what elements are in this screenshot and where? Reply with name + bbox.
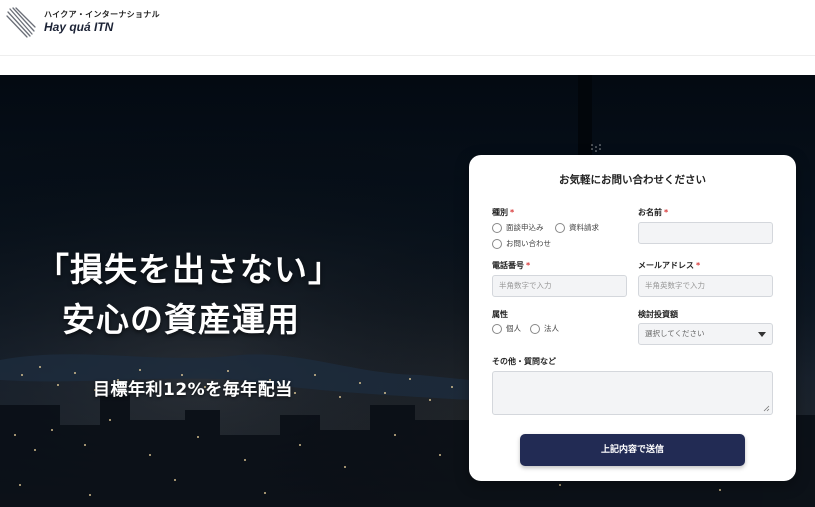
logo-text-jp: ハイクア・インターナショナル — [44, 10, 160, 19]
type-option-label: 資料請求 — [569, 223, 599, 232]
investment-selected-value: 選択してください — [645, 329, 705, 338]
attribute-option-label: 個人 — [506, 324, 521, 333]
header-spacer — [0, 56, 815, 75]
phone-label: 電話番号 * — [492, 260, 530, 271]
type-radio-inquiry[interactable]: お問い合わせ — [492, 238, 551, 249]
email-required-mark: * — [696, 261, 701, 270]
phone-input[interactable]: 半角数字で入力 — [492, 275, 627, 297]
radio-circle-icon — [492, 238, 502, 249]
attribute-option-label: 法人 — [544, 324, 559, 333]
radio-circle-icon — [555, 222, 565, 233]
attribute-label: 属性 — [492, 310, 508, 319]
site-header: ハイクア・インターナショナル Hay quá ITN — [0, 0, 815, 56]
radio-circle-icon — [492, 222, 502, 233]
radio-circle-icon — [492, 323, 502, 334]
type-option-label: 面談申込み — [506, 223, 544, 232]
name-label-text: お名前 — [638, 208, 662, 217]
type-option-label: お問い合わせ — [506, 239, 551, 248]
type-radio-brochure[interactable]: 資料請求 — [555, 222, 599, 233]
hero-headline-line2: 安心の資産運用 — [62, 300, 300, 339]
other-textarea[interactable] — [492, 371, 773, 415]
investment-label: 検討投資額 — [638, 310, 678, 319]
other-label: その他・質問など — [492, 357, 556, 366]
email-input[interactable]: 半角英数字で入力 — [638, 275, 773, 297]
type-label-text: 種別 — [492, 208, 508, 217]
email-label-text: メールアドレス — [638, 261, 694, 270]
hero-headline: 「損失を出さない」 安心の資産運用 — [36, 245, 342, 345]
phone-label-text: 電話番号 — [492, 261, 524, 270]
resize-grip-icon[interactable] — [763, 405, 770, 412]
type-label: 種別 * — [492, 207, 514, 218]
name-required-mark: * — [664, 208, 669, 217]
attribute-radio-corporate[interactable]: 法人 — [530, 323, 559, 334]
type-radio-meeting[interactable]: 面談申込み — [492, 222, 544, 233]
radio-circle-icon — [530, 323, 540, 334]
hero-subline: 目標年利12%を毎年配当 — [93, 380, 293, 400]
type-required-mark: * — [510, 208, 515, 217]
name-label: お名前 * — [638, 207, 668, 218]
contact-form-card: お気軽にお問い合わせください 種別 * 面談申込み 資料請求 お問い合わせ お名前… — [469, 155, 796, 481]
submit-button[interactable]: 上記内容で送信 — [520, 434, 745, 466]
attribute-radio-individual[interactable]: 個人 — [492, 323, 521, 334]
form-title: お気軽にお問い合わせください — [559, 174, 706, 186]
investment-select[interactable]: 選択してください — [638, 323, 773, 345]
site-logo[interactable]: ハイクア・インターナショナル Hay quá ITN — [6, 4, 160, 38]
hero-section: 「損失を出さない」 安心の資産運用 目標年利12%を毎年配当 お気軽にお問い合わ… — [0, 75, 815, 507]
logo-mark-icon — [6, 7, 36, 38]
name-input[interactable] — [638, 222, 773, 244]
logo-text-en: Hay quá ITN — [44, 20, 114, 34]
phone-required-mark: * — [526, 261, 531, 270]
hero-headline-line1: 「損失を出さない」 — [36, 250, 342, 289]
email-label: メールアドレス * — [638, 260, 700, 271]
chevron-down-icon — [758, 332, 766, 337]
